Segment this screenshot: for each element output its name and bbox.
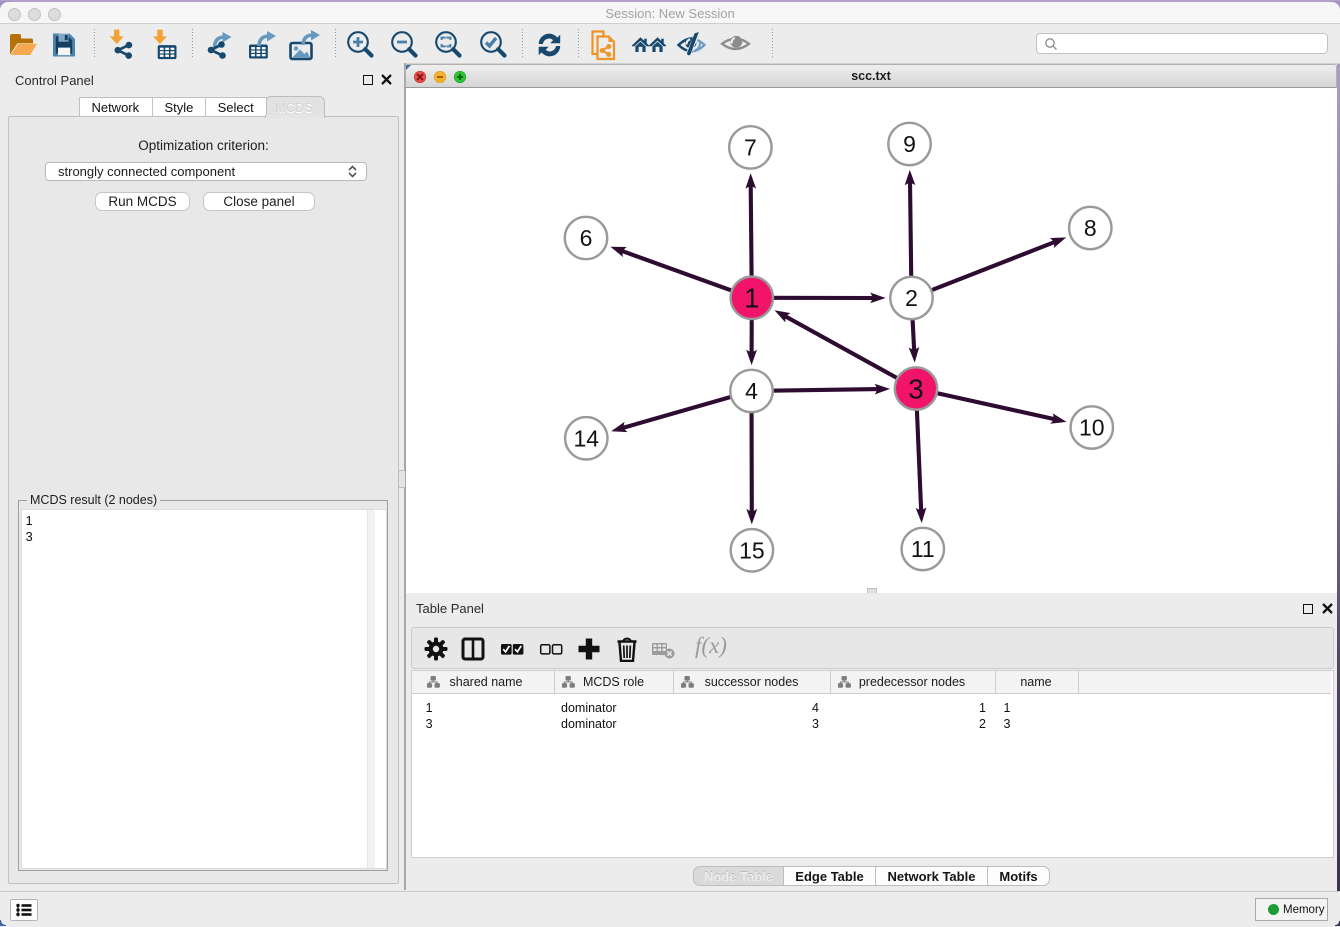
svg-text:14: 14 — [574, 426, 600, 452]
svg-text:9: 9 — [903, 131, 916, 157]
svg-text:7: 7 — [744, 135, 757, 161]
svg-text:10: 10 — [1079, 415, 1105, 441]
svg-text:2: 2 — [905, 285, 918, 311]
svg-text:11: 11 — [911, 536, 935, 562]
svg-text:1: 1 — [744, 283, 759, 314]
svg-text:8: 8 — [1084, 215, 1097, 241]
svg-text:3: 3 — [908, 373, 923, 404]
svg-text:6: 6 — [580, 225, 593, 251]
svg-text:4: 4 — [745, 378, 758, 404]
svg-text:15: 15 — [739, 538, 765, 564]
